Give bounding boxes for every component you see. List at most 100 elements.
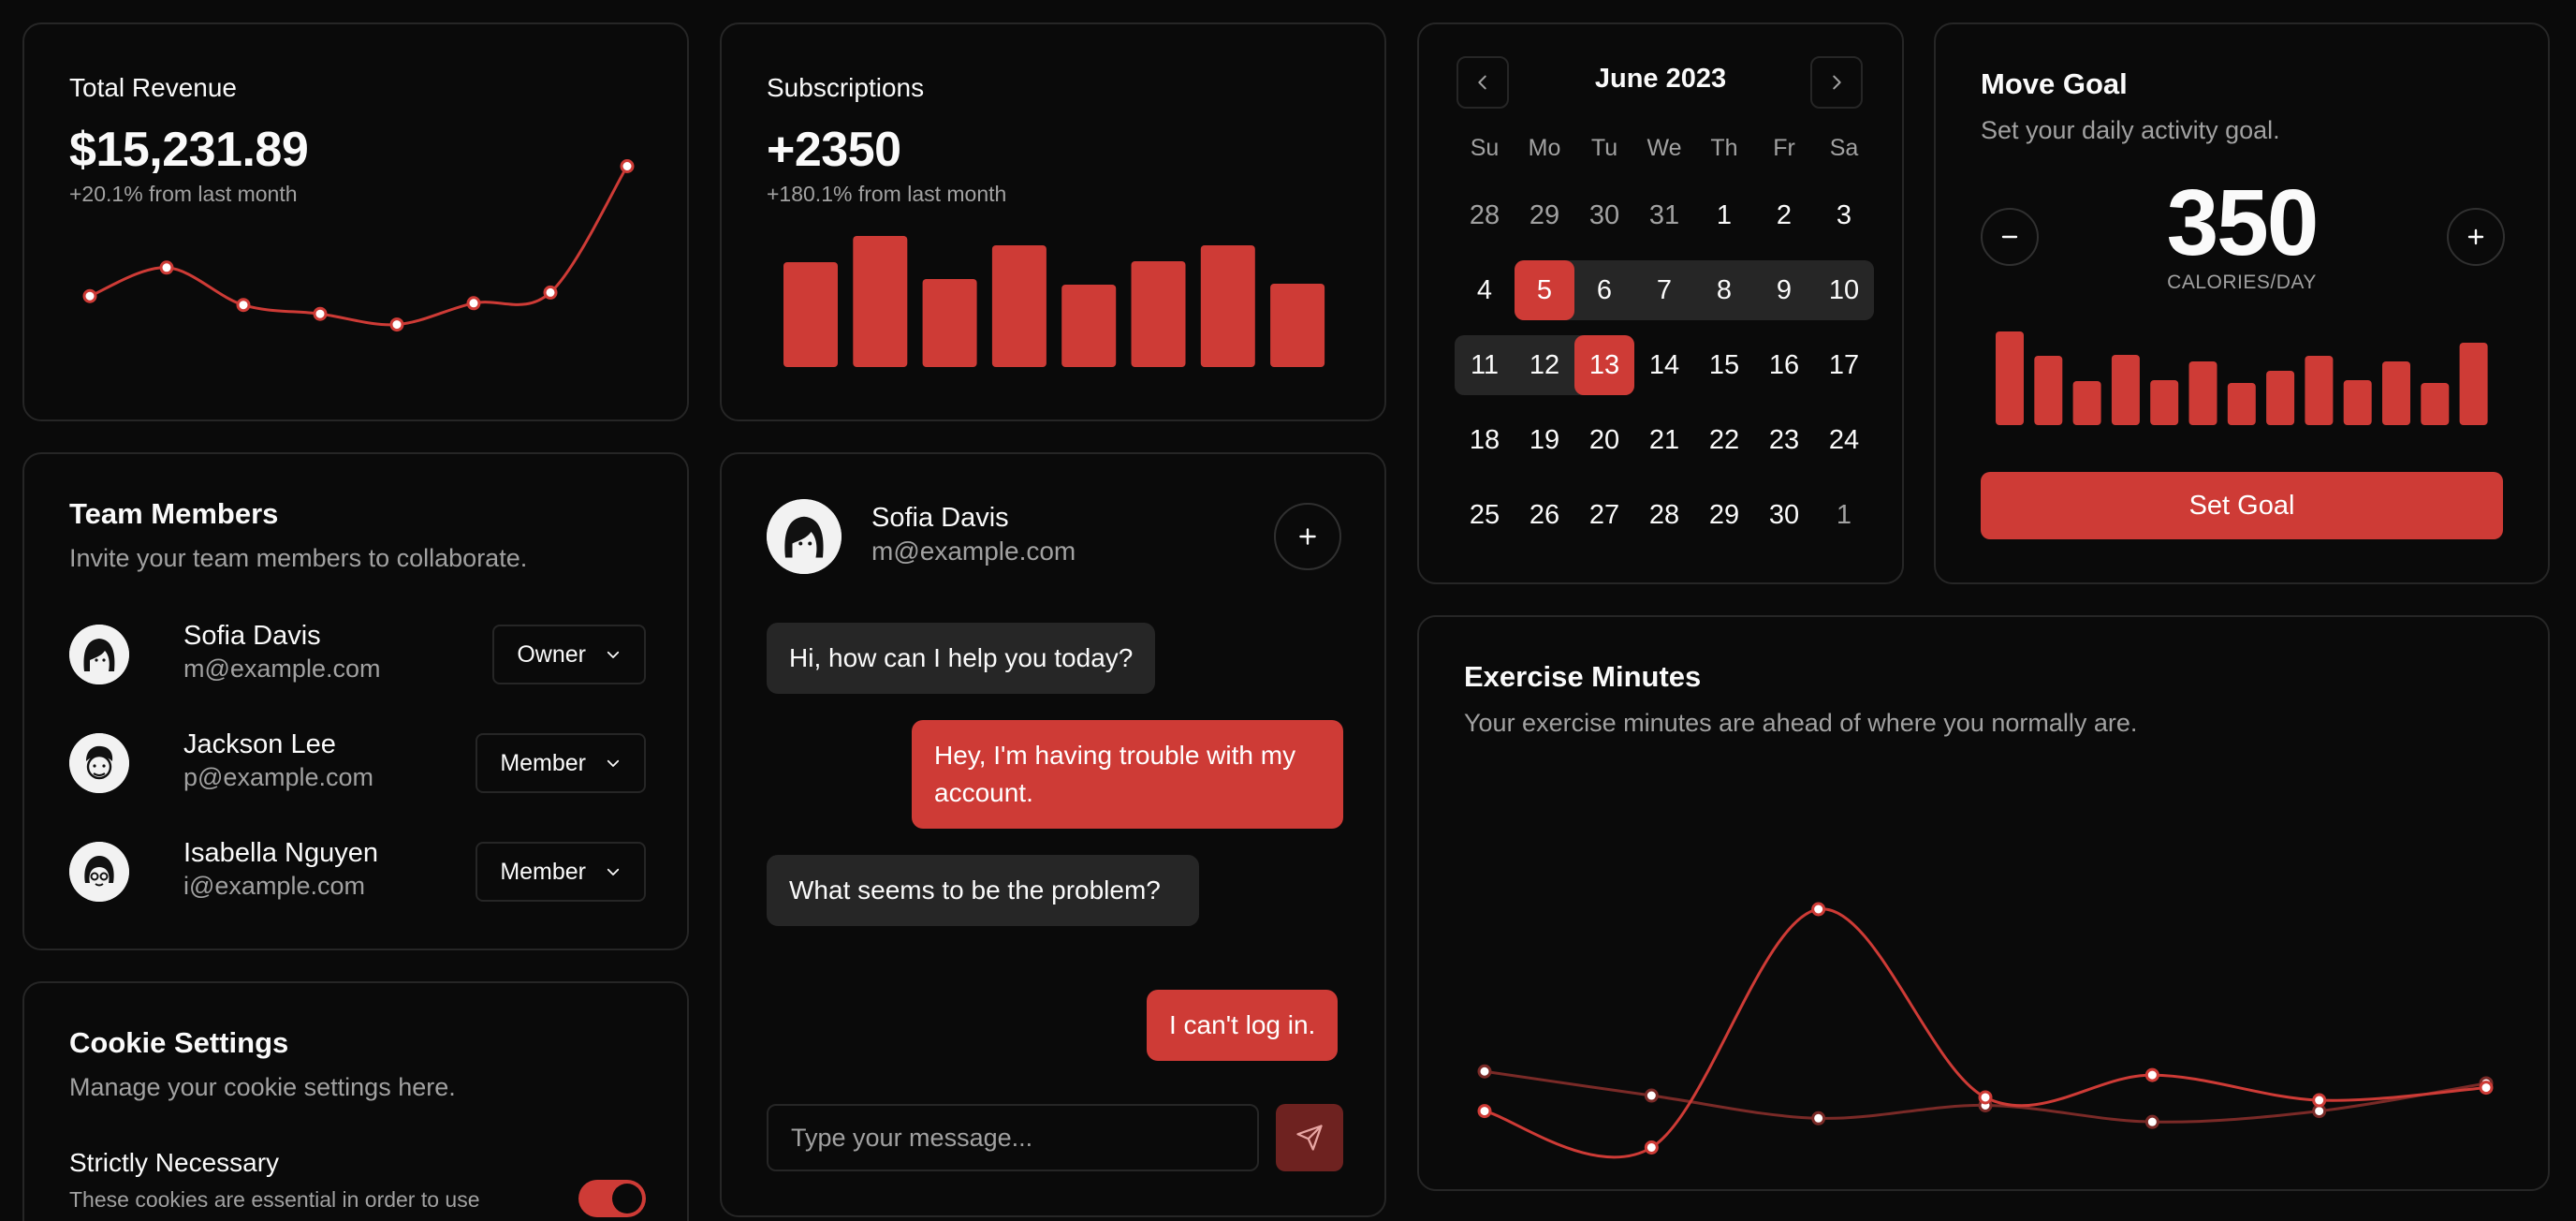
new-message-button[interactable]: [1274, 503, 1341, 570]
calendar-day[interactable]: 29: [1694, 485, 1754, 545]
subscriptions-bar-chart: [783, 236, 1325, 367]
calendar-day[interactable]: 4: [1455, 260, 1515, 320]
calendar-day[interactable]: 12: [1515, 335, 1574, 395]
calendar-day[interactable]: 8: [1694, 260, 1754, 320]
calendar-day[interactable]: 20: [1574, 410, 1634, 470]
subscriptions-card: Subscriptions +2350 +180.1% from last mo…: [720, 22, 1386, 421]
revenue-point: [389, 317, 404, 332]
exercise-minutes-card: Exercise Minutes Your exercise minutes a…: [1417, 615, 2550, 1191]
member-name: Sofia Davis: [183, 621, 321, 651]
revenue-line-chart: [82, 159, 635, 332]
team-members-card: Team Members Invite your team members to…: [22, 452, 689, 950]
calendar-day[interactable]: 14: [1634, 335, 1694, 395]
calendar-day[interactable]: 1: [1694, 185, 1754, 245]
role-select[interactable]: Member: [476, 842, 646, 902]
goal-bar: [2305, 356, 2334, 425]
calendar-day[interactable]: 17: [1814, 335, 1874, 395]
calendar-day[interactable]: 27: [1574, 485, 1634, 545]
calendar-day[interactable]: 24: [1814, 410, 1874, 470]
chat-user-name: Sofia Davis: [871, 503, 1009, 533]
calendar-day[interactable]: 19: [1515, 410, 1574, 470]
goal-bar: [2111, 355, 2140, 425]
avatar: [69, 842, 129, 902]
calendar-day[interactable]: 26: [1515, 485, 1574, 545]
goal-bar: [2034, 356, 2063, 425]
calendar-day[interactable]: 28: [1634, 485, 1694, 545]
calendar-day[interactable]: 5: [1515, 260, 1574, 320]
exercise-point: [1644, 1088, 1659, 1103]
member-email: i@example.com: [183, 872, 365, 900]
revenue-point: [466, 296, 481, 311]
calendar-day[interactable]: 3: [1814, 185, 1874, 245]
calendar-day[interactable]: 2: [1754, 185, 1814, 245]
role-value: Member: [500, 749, 586, 776]
calendar-day[interactable]: 23: [1754, 410, 1814, 470]
chat-card: Sofia Davis m@example.com Hi, how can I …: [720, 452, 1386, 1217]
strictly-necessary-label: Strictly Necessary: [69, 1148, 280, 1177]
calendar-day[interactable]: 30: [1574, 185, 1634, 245]
exercise-point: [2312, 1093, 2327, 1108]
role-value: Owner: [517, 640, 586, 668]
calendar-day[interactable]: 25: [1455, 485, 1515, 545]
weekday-header: Su: [1470, 135, 1500, 161]
calendar-day[interactable]: 15: [1694, 335, 1754, 395]
revenue-point: [543, 285, 558, 300]
weekday-header: We: [1647, 135, 1682, 161]
avatar: [767, 499, 842, 574]
goal-bar: [2421, 383, 2450, 425]
calendar-day[interactable]: 6: [1574, 260, 1634, 320]
weekday-header: Tu: [1590, 135, 1618, 161]
exercise-point: [1811, 1111, 1826, 1125]
chevron-down-icon: [607, 651, 620, 658]
calendar-day[interactable]: 18: [1455, 410, 1515, 470]
next-month-button[interactable]: [1810, 56, 1863, 109]
calendar-day[interactable]: 28: [1455, 185, 1515, 245]
subscriptions-bar: [1200, 245, 1255, 367]
strictly-necessary-toggle[interactable]: [578, 1180, 646, 1217]
calendar-day[interactable]: 7: [1634, 260, 1694, 320]
calendar-day[interactable]: 10: [1814, 260, 1874, 320]
calendar-day[interactable]: 30: [1754, 485, 1814, 545]
role-value: Member: [500, 858, 586, 885]
chat-message-user: Hey, I'm having trouble with my account.: [912, 720, 1343, 829]
calendar-day[interactable]: 9: [1754, 260, 1814, 320]
calendar-day[interactable]: 13: [1574, 335, 1634, 395]
team-description: Invite your team members to collaborate.: [69, 544, 528, 572]
member-name: Jackson Lee: [183, 729, 336, 759]
revenue-point: [313, 306, 328, 321]
goal-bar: [2382, 361, 2410, 425]
calendar-day[interactable]: 29: [1515, 185, 1574, 245]
role-select[interactable]: Member: [476, 733, 646, 793]
set-goal-button[interactable]: Set Goal: [1981, 472, 2503, 539]
calendar-day[interactable]: 11: [1455, 335, 1515, 395]
calendar-day[interactable]: 1: [1814, 485, 1874, 545]
calendar-day[interactable]: 16: [1754, 335, 1814, 395]
chevron-down-icon: [607, 759, 620, 767]
revenue-point: [236, 298, 251, 313]
role-select[interactable]: Owner: [492, 625, 646, 684]
send-button[interactable]: [1276, 1104, 1343, 1171]
member-name: Isabella Nguyen: [183, 838, 378, 868]
calendar-day[interactable]: 31: [1634, 185, 1694, 245]
weekday-header: Mo: [1528, 135, 1561, 161]
plus-icon: [1299, 528, 1316, 545]
weekday-header: Fr: [1773, 135, 1795, 161]
revenue-point: [82, 288, 97, 303]
cookie-settings-card: Cookie Settings Manage your cookie setti…: [22, 981, 689, 1221]
team-member-row: Sofia Davis m@example.com Owner: [69, 617, 646, 692]
exercise-point: [2144, 1067, 2159, 1082]
revenue-point: [620, 159, 635, 173]
member-email: p@example.com: [183, 763, 373, 791]
calendar-day[interactable]: 22: [1694, 410, 1754, 470]
subscriptions-bar: [922, 279, 977, 367]
team-member-row: Isabella Nguyen i@example.com Member: [69, 834, 646, 909]
exercise-line-chart: [1477, 902, 2494, 1159]
exercise-point: [1477, 1064, 1492, 1079]
team-title: Team Members: [69, 497, 279, 530]
goal-bar: [2343, 380, 2372, 425]
message-input[interactable]: [767, 1104, 1259, 1171]
avatar: [69, 733, 129, 793]
calendar-day[interactable]: 21: [1634, 410, 1694, 470]
exercise-point: [1644, 1140, 1659, 1155]
subscriptions-bar: [991, 245, 1046, 367]
